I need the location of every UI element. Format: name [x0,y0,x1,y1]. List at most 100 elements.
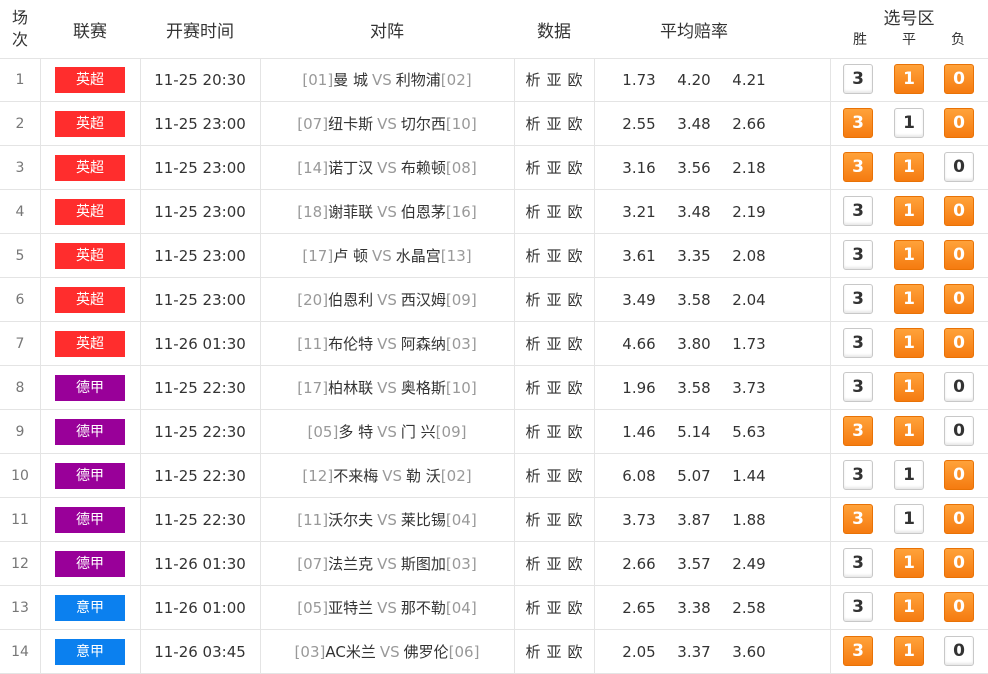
pick-lose-button[interactable]: 0 [944,548,974,578]
home-team[interactable]: 伯恩利 [328,289,373,310]
asian-odds-link[interactable]: 亚 [546,289,561,310]
analysis-link[interactable]: 析 [525,553,540,574]
pick-draw-button[interactable]: 1 [894,372,924,402]
pick-draw-button[interactable]: 1 [894,636,924,666]
pick-win-button[interactable]: 3 [843,504,873,534]
pick-win-button[interactable]: 3 [843,416,873,446]
home-team[interactable]: 多 特 [338,421,373,442]
asian-odds-link[interactable]: 亚 [546,377,561,398]
asian-odds-link[interactable]: 亚 [546,157,561,178]
pick-draw-button[interactable]: 1 [894,416,924,446]
away-team[interactable]: 阿森纳 [401,333,446,354]
home-team[interactable]: 亚特兰 [328,597,373,618]
pick-draw-button[interactable]: 1 [894,152,924,182]
euro-odds-link[interactable]: 欧 [568,113,583,134]
away-team[interactable]: 奥格斯 [401,377,446,398]
home-team[interactable]: 诺丁汉 [328,157,373,178]
league-badge[interactable]: 英超 [55,66,125,93]
pick-lose-button[interactable]: 0 [944,460,974,490]
pick-win-button[interactable]: 3 [843,108,873,138]
pick-lose-button[interactable]: 0 [944,152,974,182]
euro-odds-link[interactable]: 欧 [568,377,583,398]
away-team[interactable]: 西汉姆 [401,289,446,310]
euro-odds-link[interactable]: 欧 [568,245,583,266]
analysis-link[interactable]: 析 [525,201,540,222]
pick-win-button[interactable]: 3 [843,592,873,622]
analysis-link[interactable]: 析 [525,377,540,398]
pick-lose-button[interactable]: 0 [944,592,974,622]
pick-lose-button[interactable]: 0 [944,240,974,270]
pick-win-button[interactable]: 3 [843,548,873,578]
pick-draw-button[interactable]: 1 [894,504,924,534]
pick-draw-button[interactable]: 1 [894,64,924,94]
away-team[interactable]: 伯恩茅 [401,201,446,222]
away-team[interactable]: 门 兴 [401,421,436,442]
away-team[interactable]: 切尔西 [401,113,446,134]
league-badge[interactable]: 英超 [55,286,125,313]
league-badge[interactable]: 意甲 [55,594,125,621]
home-team[interactable]: AC米兰 [325,641,375,662]
analysis-link[interactable]: 析 [525,113,540,134]
euro-odds-link[interactable]: 欧 [568,421,583,442]
pick-lose-button[interactable]: 0 [944,504,974,534]
league-badge[interactable]: 英超 [55,330,125,357]
league-badge[interactable]: 德甲 [55,374,125,401]
home-team[interactable]: 沃尔夫 [328,509,373,530]
pick-draw-button[interactable]: 1 [894,240,924,270]
pick-win-button[interactable]: 3 [843,196,873,226]
euro-odds-link[interactable]: 欧 [568,157,583,178]
away-team[interactable]: 利物浦 [396,69,441,90]
euro-odds-link[interactable]: 欧 [568,597,583,618]
asian-odds-link[interactable]: 亚 [546,509,561,530]
asian-odds-link[interactable]: 亚 [546,113,561,134]
pick-win-button[interactable]: 3 [843,240,873,270]
pick-win-button[interactable]: 3 [843,152,873,182]
away-team[interactable]: 斯图加 [401,553,446,574]
asian-odds-link[interactable]: 亚 [546,641,561,662]
league-badge[interactable]: 德甲 [55,550,125,577]
euro-odds-link[interactable]: 欧 [568,289,583,310]
asian-odds-link[interactable]: 亚 [546,465,561,486]
asian-odds-link[interactable]: 亚 [546,421,561,442]
analysis-link[interactable]: 析 [525,157,540,178]
analysis-link[interactable]: 析 [525,289,540,310]
away-team[interactable]: 布赖顿 [401,157,446,178]
home-team[interactable]: 不来梅 [333,465,378,486]
analysis-link[interactable]: 析 [525,245,540,266]
pick-lose-button[interactable]: 0 [944,108,974,138]
pick-lose-button[interactable]: 0 [944,636,974,666]
pick-lose-button[interactable]: 0 [944,328,974,358]
euro-odds-link[interactable]: 欧 [568,69,583,90]
analysis-link[interactable]: 析 [525,465,540,486]
league-badge[interactable]: 英超 [55,154,125,181]
home-team[interactable]: 柏林联 [328,377,373,398]
analysis-link[interactable]: 析 [525,509,540,530]
home-team[interactable]: 谢菲联 [328,201,373,222]
league-badge[interactable]: 英超 [55,198,125,225]
pick-lose-button[interactable]: 0 [944,284,974,314]
pick-draw-button[interactable]: 1 [894,328,924,358]
league-badge[interactable]: 意甲 [55,638,125,665]
pick-draw-button[interactable]: 1 [894,284,924,314]
league-badge[interactable]: 德甲 [55,418,125,445]
analysis-link[interactable]: 析 [525,333,540,354]
analysis-link[interactable]: 析 [525,421,540,442]
asian-odds-link[interactable]: 亚 [546,333,561,354]
pick-win-button[interactable]: 3 [843,328,873,358]
home-team[interactable]: 卢 顿 [333,245,368,266]
home-team[interactable]: 法兰克 [328,553,373,574]
euro-odds-link[interactable]: 欧 [568,465,583,486]
pick-win-button[interactable]: 3 [843,460,873,490]
pick-lose-button[interactable]: 0 [944,64,974,94]
pick-draw-button[interactable]: 1 [894,548,924,578]
asian-odds-link[interactable]: 亚 [546,69,561,90]
league-badge[interactable]: 德甲 [55,506,125,533]
analysis-link[interactable]: 析 [525,69,540,90]
away-team[interactable]: 莱比锡 [401,509,446,530]
pick-draw-button[interactable]: 1 [894,196,924,226]
pick-lose-button[interactable]: 0 [944,372,974,402]
league-badge[interactable]: 英超 [55,110,125,137]
pick-win-button[interactable]: 3 [843,372,873,402]
euro-odds-link[interactable]: 欧 [568,201,583,222]
home-team[interactable]: 布伦特 [328,333,373,354]
